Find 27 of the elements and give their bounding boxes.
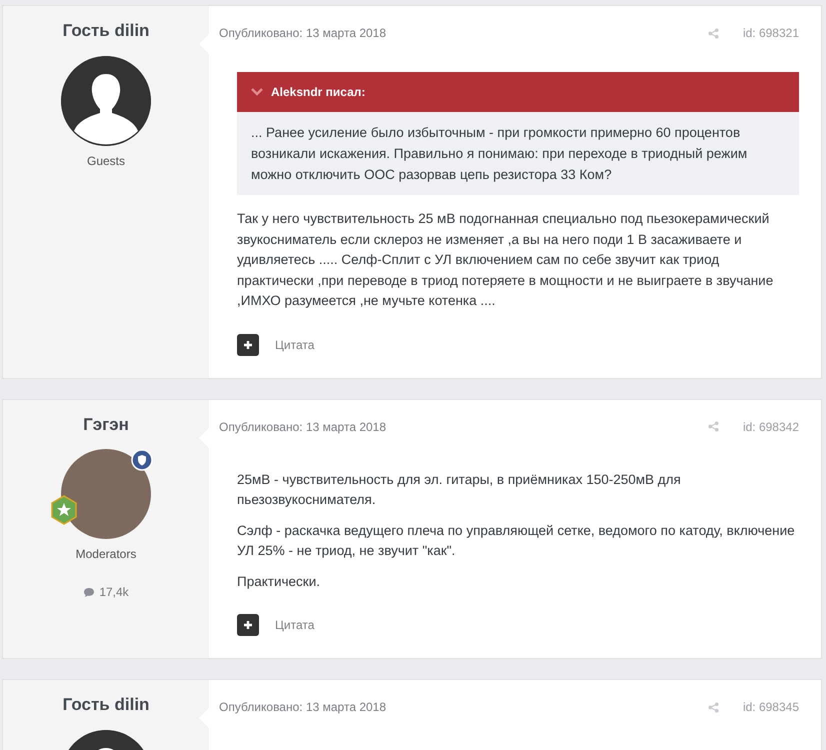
author-name[interactable]: Гэгэн [13, 412, 199, 437]
quote-text: ... Ранее усиление было избыточным - при громкости примерно 60 процентов возникали искажения. Правильно я понимаю: при переходе в триодный режим можно отключить ООС разорвав цепь резистора 33 Ком? [237, 112, 799, 195]
quote-author: Aleksndr писал: [271, 84, 366, 101]
plus-icon [243, 620, 253, 630]
post-paragraph: Практически. [237, 572, 321, 591]
quote-link[interactable]: Цитата [275, 336, 314, 354]
star-badge-icon [49, 495, 79, 525]
author-name[interactable]: Гость dilin [13, 18, 199, 44]
plus-icon [243, 340, 253, 350]
post-id[interactable]: id: 698342 [742, 418, 799, 436]
add-quote-button[interactable] [237, 334, 259, 356]
post-paragraph: Так у него чувствительность 25 мВ подогнанная специально под пьезокерамический звукосниматель если склероз не изменяет ,а вы на него поди 1 В засаживаете и удивляетесь ..... Селф-Сплит с УЛ включением сам по себе звучит как триод практически ,при переводе в триод потеряете в мощности и не выиграете в звучание ,ИМХО разумеется ,не мучьте котенка .... [237, 210, 774, 310]
post-date: Опубликовано: 13 марта 2018 [219, 699, 386, 716]
post-paragraph: Сэлф - раскачка ведущего плеча по управляющей сетке, ведомого по катоду, включение УЛ 25% - не триод, не звучит "как". [237, 522, 796, 560]
user-group: Guests [13, 152, 199, 170]
comment-icon [83, 586, 96, 598]
post-count-value: 17,4k [99, 584, 129, 601]
post-date: Опубликовано: 13 марта 2018 [219, 25, 386, 42]
post-id[interactable]: id: 698321 [742, 24, 799, 42]
add-quote-button[interactable] [237, 614, 259, 636]
post-paragraph: 25мВ - чувствительность для эл. гитары, в приёмниках 150-250мВ для пьезозвукоснимателя. [237, 470, 682, 509]
user-group: Moderators [13, 545, 199, 563]
author-name[interactable]: Гость dilin [13, 692, 199, 718]
post-date: Опубликовано: 13 марта 2018 [219, 418, 386, 436]
quote-link[interactable]: Цитата [275, 616, 314, 634]
post-id[interactable]: id: 698345 [742, 698, 799, 716]
avatar-silhouette[interactable] [61, 56, 151, 146]
